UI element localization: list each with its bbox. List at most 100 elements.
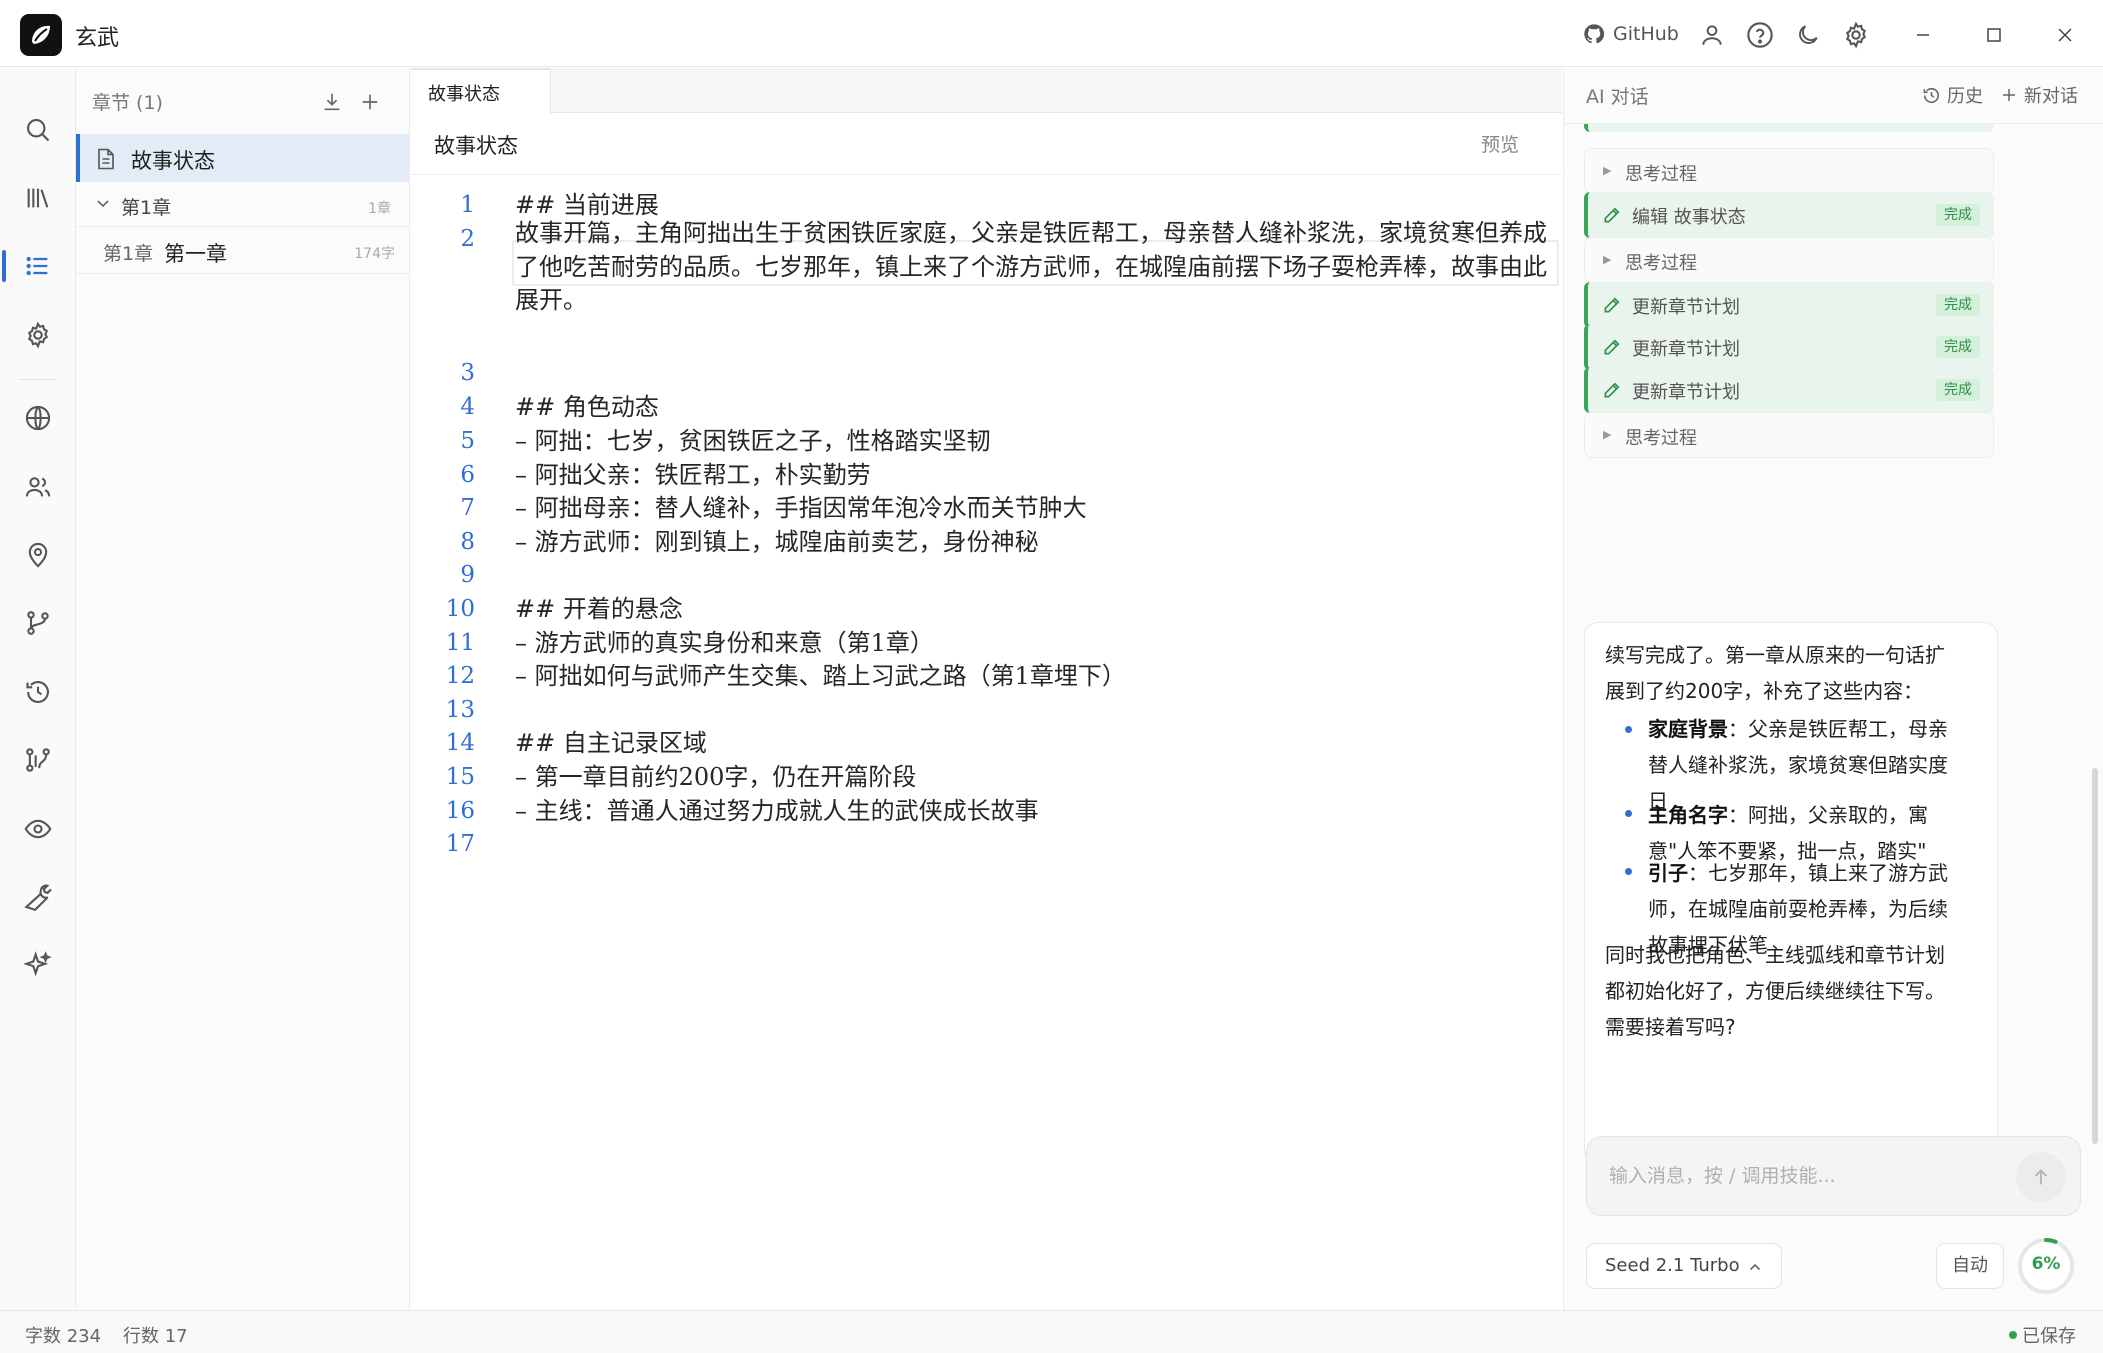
message-text: 需要接着写吗? [1605,1015,1736,1039]
tool-call-label: 更新章节计划 [1632,297,1740,318]
editor-line[interactable]: 2 故事开篇，主角阿拙出生于贫困铁匠家庭，父亲是铁匠帮工，母亲替人缝补浆洗，家境贫… [411,219,1562,356]
chat-input[interactable]: 输入消息，按 / 调用技能... [1586,1136,2081,1216]
close-button[interactable] [2048,18,2082,52]
thinking-block[interactable]: ▶ 思考过程 [1584,412,1994,458]
editor-tab-bar: 故事状态 [411,68,1562,114]
list-item-title: 主角名字 [1648,803,1728,827]
settings-icon[interactable] [14,311,62,359]
saved-status: 已保存 [2022,1326,2076,1347]
preview-button[interactable]: 预览 [1481,130,1519,157]
help-icon[interactable] [1743,18,1777,52]
wrench-icon[interactable] [14,873,62,921]
model-name: Seed 2.1 Turbo [1605,1255,1740,1276]
search-icon[interactable] [14,106,62,154]
location-pin-icon[interactable] [14,531,62,579]
line-number: 11 [445,630,475,656]
tool-call-block[interactable]: 更新章节计划 完成 [1584,367,1994,413]
history-icon[interactable] [14,668,62,716]
tool-call-label: 更新章节计划 [1632,339,1740,360]
chapter-title: 第一章 [164,242,227,266]
history-button[interactable]: 历史 [1922,82,1983,108]
line-number: 7 [460,495,475,521]
send-button[interactable] [2016,1152,2066,1202]
arrow-up-icon [2034,1169,2048,1185]
saved-status-dot [2009,1331,2017,1339]
nav-rail [0,68,76,1310]
import-icon[interactable] [318,88,346,116]
line-number: 8 [460,529,475,555]
line-number: 17 [445,831,475,857]
github-link[interactable]: GitHub [1583,18,1679,50]
line-number: 6 [460,462,475,488]
thinking-block[interactable]: ▶ 思考过程 [1584,148,1994,194]
tool-call-label: 编辑 故事状态 [1632,207,1746,228]
line-number: 2 [460,226,475,252]
sidebar-item-chapter[interactable]: 第1章 第一章 174字 [76,228,409,274]
outline-list-icon[interactable] [2,242,62,290]
new-chat-button[interactable]: 新对话 [2000,82,2078,108]
moon-icon[interactable] [1791,18,1825,52]
branch-icon[interactable] [14,599,62,647]
message-text: ：阿拙，父亲取的，寓 [1728,803,1928,827]
tool-call-block[interactable]: 编辑 故事状态 完成 [1584,192,1994,238]
editor-pane: 故事状态 故事状态 预览 1 ## 当前进展 2 故事开篇，主角阿拙出生于贫困铁匠家庭… [411,68,1562,1310]
tool-call-label: 更新章节计划 [1632,382,1740,403]
chapter-panel: 章节 (1) 故事状态 第1章 1章 第1章 第一章 174字 [76,68,410,1310]
auto-mode-button[interactable]: 自动 [1936,1243,2004,1289]
message-text: ：父亲是铁匠帮工，母亲 [1728,717,1948,741]
tab-story-state[interactable]: 故事状态 [411,68,551,114]
document-title: 故事状态 [434,134,518,158]
ai-panel-title: AI 对话 [1586,86,1649,108]
editor-line[interactable]: 16– 主线：普通人通过努力成就人生的武侠成长故事 [411,794,1562,828]
user-icon[interactable] [1695,18,1729,52]
maximize-button[interactable] [1977,18,2011,52]
sparkle-ai-icon[interactable] [14,941,62,989]
expand-triangle-icon: ▶ [1603,164,1612,177]
line-count: 行数 17 [123,1326,188,1347]
library-icon[interactable] [14,174,62,222]
eye-icon[interactable] [14,805,62,853]
tool-call-block[interactable]: 更新章节计划 完成 [1584,324,1994,370]
bullet [1625,726,1632,733]
gear-icon[interactable] [1839,18,1873,52]
line-number: 16 [445,798,475,824]
status-badge: 完成 [1936,294,1980,316]
editor-line[interactable]: 17 [411,827,1562,861]
line-text: 故事开篇，主角阿拙出生于贫困铁匠家庭，父亲是铁匠帮工，母亲替人缝补浆洗，家境贫寒… [515,219,1547,315]
expand-triangle-icon: ▶ [1603,428,1612,441]
ai-scrollbar[interactable] [2092,768,2098,1144]
ai-message-list[interactable]: ▶ 思考过程 编辑 故事状态 完成 ▶ 思考过程 更新章节计划 完成 更新章节计划 完成 更新章节计… [1564,124,2103,1186]
line-number: 1 [460,192,475,218]
sidebar-volume-group[interactable]: 第1章 1章 [76,183,409,227]
chat-input-placeholder: 输入消息，按 / 调用技能... [1609,1165,1836,1187]
line-number: 5 [460,428,475,454]
line-number: 4 [460,394,475,420]
line-number: 12 [445,663,475,689]
plot-arc-icon[interactable] [14,736,62,784]
minimize-button[interactable] [1906,18,1940,52]
app-logo-icon [20,14,62,56]
tool-call-block[interactable]: 更新章节计划 完成 [1584,282,1994,328]
thinking-block[interactable]: ▶ 思考过程 [1584,237,1994,283]
status-badge: 完成 [1936,336,1980,358]
characters-icon[interactable] [14,463,62,511]
add-chapter-icon[interactable] [356,88,384,116]
thinking-label: 思考过程 [1625,253,1697,274]
context-usage-ring: 6% [2016,1236,2076,1296]
status-badge: 完成 [1936,204,1980,226]
thinking-label: 思考过程 [1625,428,1697,449]
model-selector[interactable]: Seed 2.1 Turbo [1586,1243,1782,1289]
word-count: 字数 234 [25,1326,102,1347]
chapter-word-count: 174字 [354,246,395,262]
sidebar-item-story-state[interactable]: 故事状态 [76,134,409,182]
editor-line[interactable]: 12– 阿拙如何与武师产生交集、踏上习武之路（第1章埋下） [411,659,1562,693]
bullet [1625,868,1632,875]
document-icon [98,148,114,170]
context-usage-percent: 6% [2031,1254,2061,1274]
line-number: 3 [460,360,475,386]
volume-label: 第1章 [121,197,172,219]
pencil-icon [1604,382,1620,398]
globe-icon[interactable] [14,394,62,442]
line-number: 13 [445,697,475,723]
editor-line[interactable]: 8– 游方武师：刚到镇上，城隍庙前卖艺，身份神秘 [411,525,1562,559]
